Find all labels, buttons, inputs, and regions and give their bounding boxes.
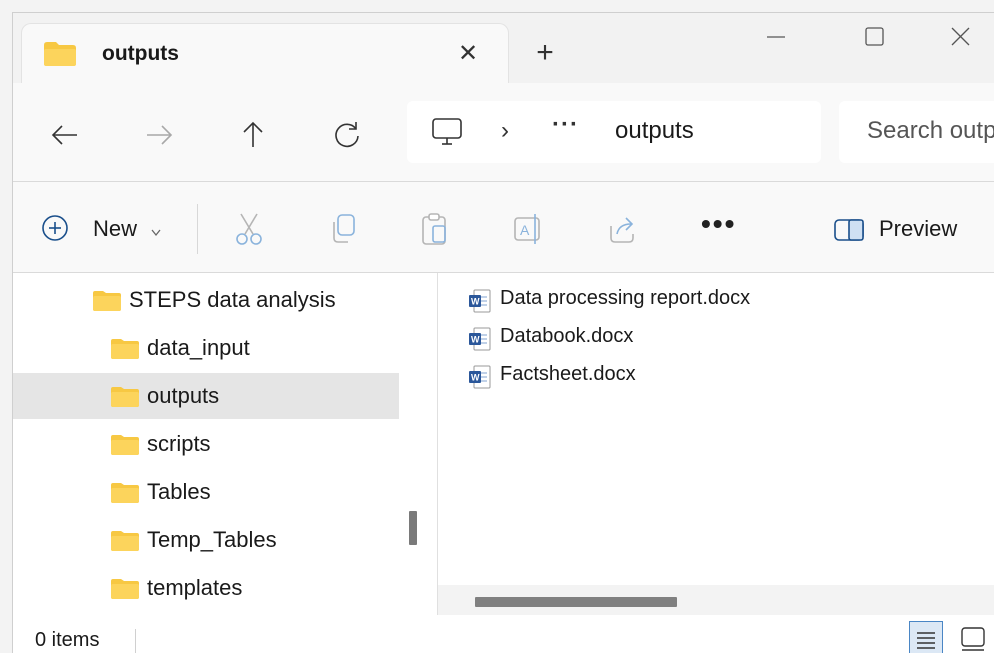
breadcrumb-current-folder[interactable]: outputs xyxy=(615,117,694,145)
more-options-button[interactable]: ••• xyxy=(701,208,736,240)
svg-text:W: W xyxy=(471,335,480,345)
folder-icon xyxy=(111,483,139,509)
command-bar: New A ••• Preview xyxy=(13,182,994,273)
tree-item-label: scripts xyxy=(147,431,211,456)
command-separator xyxy=(197,204,198,254)
back-icon[interactable] xyxy=(47,117,83,153)
tab-outputs[interactable]: outputs ✕ xyxy=(21,23,509,84)
tree-item-steps-data-analysis[interactable]: STEPS data analysis xyxy=(13,277,399,323)
word-document-icon: W xyxy=(468,289,492,319)
up-icon[interactable] xyxy=(235,117,271,153)
close-icon[interactable] xyxy=(941,21,981,53)
file-list: W Data processing report.docx W Databook… xyxy=(438,273,994,585)
svg-text:W: W xyxy=(471,373,480,383)
address-bar[interactable]: › ··· outputs xyxy=(407,101,821,163)
share-icon[interactable] xyxy=(607,212,639,251)
svg-text:A: A xyxy=(520,222,530,238)
details-view-icon[interactable] xyxy=(909,621,943,653)
maximize-icon[interactable] xyxy=(855,21,895,53)
tree-item-label: STEPS data analysis xyxy=(129,287,336,312)
copy-icon[interactable] xyxy=(327,212,359,251)
horizontal-scrollbar-thumb[interactable] xyxy=(475,597,677,607)
search-input[interactable]: Search outputs xyxy=(839,101,994,163)
file-item-data-processing-report[interactable]: W Data processing report.docx xyxy=(468,283,968,317)
folder-icon xyxy=(93,291,121,317)
file-name: Data processing report.docx xyxy=(500,287,751,309)
svg-text:W: W xyxy=(471,297,480,307)
tree-item-outputs[interactable]: outputs xyxy=(13,373,399,419)
tree-item-label: Tables xyxy=(147,479,211,504)
file-name: Databook.docx xyxy=(500,325,634,347)
tree-item-label: templates xyxy=(147,575,243,600)
folder-icon xyxy=(111,579,139,605)
tree-item-tables[interactable]: Tables xyxy=(13,469,399,515)
new-plus-icon[interactable] xyxy=(41,214,69,247)
word-document-icon: W xyxy=(468,365,492,395)
word-document-icon: W xyxy=(468,327,492,357)
tree-item-templates[interactable]: templates xyxy=(13,565,399,611)
tiles-view-icon[interactable] xyxy=(959,625,989,653)
folder-icon xyxy=(44,42,76,71)
preview-button[interactable]: Preview xyxy=(879,216,957,242)
file-item-factsheet[interactable]: W Factsheet.docx xyxy=(468,359,968,393)
chevron-down-icon[interactable] xyxy=(150,225,162,243)
tree-item-label: data_input xyxy=(147,335,250,360)
tab-title: outputs xyxy=(102,42,179,65)
folder-icon xyxy=(111,339,139,365)
cut-icon[interactable] xyxy=(233,212,265,251)
status-separator xyxy=(135,629,136,653)
file-item-databook[interactable]: W Databook.docx xyxy=(468,321,968,355)
folder-icon xyxy=(111,387,139,413)
file-explorer-window: outputs ✕ + › ··· outputs Search out New… xyxy=(12,12,994,653)
tree-item-data-input[interactable]: data_input xyxy=(13,325,399,371)
tree-item-label: outputs xyxy=(147,383,220,408)
new-tab-button[interactable]: + xyxy=(529,37,561,69)
forward-icon[interactable] xyxy=(141,117,177,153)
paste-icon[interactable] xyxy=(419,212,451,251)
new-button[interactable]: New xyxy=(93,216,137,242)
navigation-pane: STEPS data analysis data_input outputs s… xyxy=(13,273,399,615)
sidebar-scrollbar-thumb[interactable] xyxy=(409,511,417,545)
breadcrumb-chevron-icon[interactable]: › xyxy=(501,117,509,145)
close-tab-icon[interactable]: ✕ xyxy=(452,38,484,70)
file-name: Factsheet.docx xyxy=(500,363,636,385)
preview-pane-icon[interactable] xyxy=(833,218,865,247)
item-count: 0 items xyxy=(35,629,100,651)
tree-item-scripts[interactable]: scripts xyxy=(13,421,399,467)
status-bar: 0 items xyxy=(13,615,994,653)
folder-icon xyxy=(111,531,139,557)
breadcrumb-overflow-button[interactable]: ··· xyxy=(552,111,579,139)
rename-icon[interactable]: A xyxy=(513,212,545,251)
minimize-icon[interactable] xyxy=(757,21,797,53)
computer-icon xyxy=(431,117,463,152)
title-bar: outputs ✕ + xyxy=(13,13,994,84)
tree-item-temp-tables[interactable]: Temp_Tables xyxy=(13,517,399,563)
search-placeholder: Search outputs xyxy=(867,117,994,144)
tree-item-label: Temp_Tables xyxy=(147,527,277,552)
refresh-icon[interactable] xyxy=(329,117,365,153)
folder-icon xyxy=(111,435,139,461)
navigation-bar: › ··· outputs Search outputs xyxy=(13,83,994,182)
